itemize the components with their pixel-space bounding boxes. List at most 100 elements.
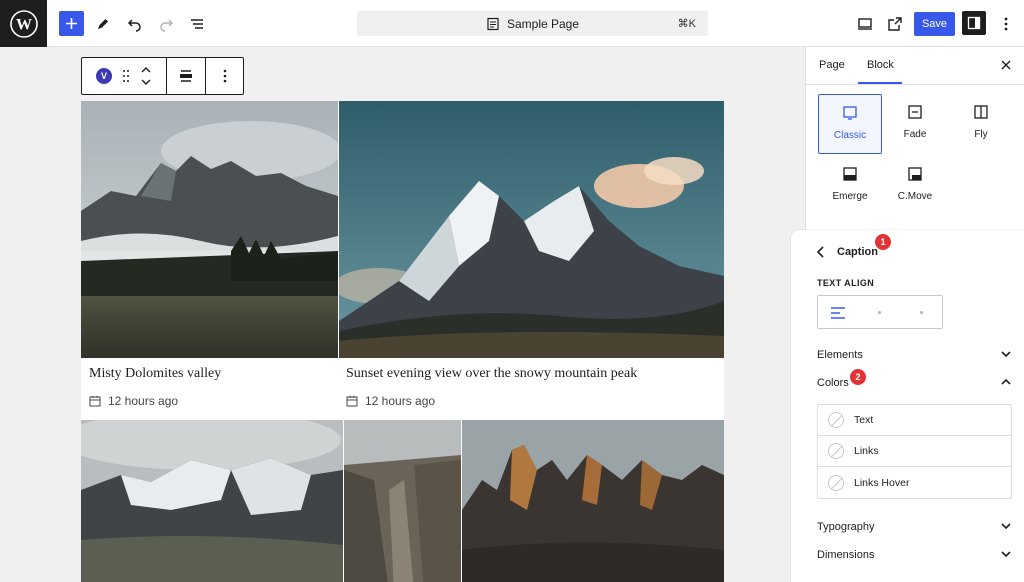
align-center-icon bbox=[180, 70, 192, 82]
list-view-icon bbox=[190, 18, 203, 29]
color-item-label: Text bbox=[854, 414, 874, 426]
gallery-image-torres-peaks[interactable] bbox=[462, 420, 724, 582]
animation-label: Classic bbox=[833, 130, 867, 141]
active-tab-indicator bbox=[858, 82, 902, 84]
undo-button[interactable] bbox=[122, 11, 147, 36]
external-link-icon bbox=[887, 16, 902, 31]
redo-button[interactable] bbox=[153, 11, 178, 36]
animation-label: Emerge bbox=[832, 191, 868, 202]
chevron-down-icon bbox=[1001, 351, 1011, 358]
fly-icon bbox=[974, 105, 988, 119]
colors-label: Colors bbox=[817, 377, 849, 389]
close-icon[interactable] bbox=[1000, 59, 1012, 71]
animation-option-emerge[interactable]: Emerge bbox=[818, 156, 882, 216]
move-up-down-icon[interactable] bbox=[140, 66, 152, 86]
fade-icon bbox=[908, 105, 922, 119]
block-options-button[interactable] bbox=[206, 58, 243, 94]
settings-toggle-button[interactable] bbox=[962, 11, 986, 35]
gallery-image-misty-valley[interactable] bbox=[81, 101, 338, 358]
kebab-menu-icon bbox=[1004, 17, 1007, 30]
animation-label: Fly bbox=[974, 129, 988, 140]
drag-handle-icon[interactable] bbox=[122, 69, 130, 83]
timestamp: 12 hours ago bbox=[108, 394, 179, 408]
gallery-block[interactable]: Misty Dolomites valley 12 hours ago Suns… bbox=[81, 101, 724, 582]
meta-misty-valley: 12 hours ago bbox=[89, 394, 178, 408]
document-title: Sample Page bbox=[506, 16, 580, 31]
color-item-label: Links bbox=[854, 445, 879, 457]
sidebar-icon bbox=[967, 16, 981, 30]
typography-label: Typography bbox=[817, 521, 875, 533]
editor-canvas: Misty Dolomites valley 12 hours ago Suns… bbox=[0, 47, 805, 582]
color-item-label: Links Hover bbox=[854, 476, 910, 489]
tab-page[interactable]: Page bbox=[819, 59, 845, 71]
page-icon bbox=[487, 17, 499, 30]
block-toolbar: V bbox=[81, 57, 244, 95]
elements-label: Elements bbox=[817, 349, 863, 361]
elements-panel-toggle[interactable]: Elements bbox=[817, 349, 1011, 361]
preview-button[interactable] bbox=[852, 11, 877, 36]
sidebar-tabs: Page Block bbox=[806, 47, 1024, 85]
undo-icon bbox=[127, 18, 141, 32]
command-shortcut: ⌘K bbox=[677, 18, 696, 30]
block-type-icon[interactable]: V bbox=[96, 68, 112, 84]
empty-swatch-icon bbox=[828, 474, 844, 491]
plus-icon bbox=[66, 18, 77, 29]
kebab-menu-icon bbox=[223, 69, 226, 83]
emerge-icon bbox=[843, 167, 857, 181]
meta-sunset-peak: 12 hours ago bbox=[346, 394, 435, 408]
tab-block[interactable]: Block bbox=[867, 59, 894, 71]
align-button[interactable] bbox=[167, 58, 206, 94]
text-align-control bbox=[817, 295, 943, 329]
animation-option-cmove[interactable]: C.Move bbox=[883, 156, 947, 216]
wordpress-logo-icon[interactable]: W bbox=[0, 0, 47, 47]
dimensions-panel-toggle[interactable]: Dimensions bbox=[817, 549, 1011, 561]
document-title-bar[interactable]: Sample Page ⌘K bbox=[357, 11, 708, 36]
align-right-option[interactable] bbox=[920, 311, 923, 314]
color-item-text[interactable]: Text bbox=[818, 405, 1011, 436]
caption-misty-valley[interactable]: Misty Dolomites valley bbox=[89, 366, 221, 382]
list-view-button[interactable] bbox=[184, 11, 209, 36]
dimensions-label: Dimensions bbox=[817, 549, 875, 561]
tools-pen-button[interactable] bbox=[90, 11, 115, 36]
color-settings-list: Text Links Links Hover bbox=[817, 404, 1012, 499]
empty-swatch-icon bbox=[828, 412, 844, 428]
step-badge-2: 2 bbox=[850, 369, 866, 385]
align-left-icon[interactable] bbox=[830, 306, 846, 320]
calendar-icon bbox=[346, 396, 358, 407]
add-block-button[interactable] bbox=[59, 11, 84, 36]
pen-icon bbox=[97, 18, 108, 29]
animation-option-classic[interactable]: Classic bbox=[818, 94, 882, 154]
chevron-down-icon bbox=[1001, 523, 1011, 530]
chevron-down-icon bbox=[1001, 551, 1011, 558]
caption-sunset-peak[interactable]: Sunset evening view over the snowy mount… bbox=[346, 366, 637, 382]
redo-icon bbox=[159, 18, 173, 32]
options-menu-button[interactable] bbox=[993, 11, 1018, 36]
typography-panel-toggle[interactable]: Typography bbox=[817, 521, 1011, 533]
animation-label: Fade bbox=[903, 129, 927, 140]
color-item-links[interactable]: Links bbox=[818, 436, 1011, 467]
animation-option-fly[interactable]: Fly bbox=[949, 94, 1013, 154]
calendar-icon bbox=[89, 396, 101, 407]
timestamp: 12 hours ago bbox=[365, 394, 436, 408]
save-button[interactable]: Save bbox=[914, 12, 955, 36]
align-center-option[interactable] bbox=[878, 311, 881, 314]
panel-title: Caption bbox=[837, 246, 878, 258]
animation-label: C.Move bbox=[897, 191, 933, 202]
gallery-image-snow-ridge[interactable] bbox=[81, 420, 343, 582]
color-item-links-hover[interactable]: Links Hover bbox=[818, 467, 1011, 498]
text-align-label: TEXT ALIGN bbox=[817, 278, 875, 288]
gallery-image-sunset-peak[interactable] bbox=[339, 101, 724, 358]
view-page-button[interactable] bbox=[882, 11, 907, 36]
svg-text:W: W bbox=[16, 16, 32, 33]
chevron-left-icon[interactable] bbox=[816, 246, 826, 258]
colors-panel-toggle[interactable]: Colors bbox=[817, 377, 1011, 389]
desktop-icon bbox=[857, 17, 872, 30]
gallery-image-canyon[interactable] bbox=[344, 420, 461, 582]
chevron-up-icon bbox=[1001, 378, 1011, 385]
classic-icon bbox=[843, 106, 857, 120]
animation-option-fade[interactable]: Fade bbox=[883, 94, 947, 154]
step-badge-1: 1 bbox=[875, 234, 891, 250]
block-switcher-group: V bbox=[82, 58, 167, 94]
caption-settings-panel: Caption 1 TEXT ALIGN Elements Colors 2 T… bbox=[791, 230, 1024, 582]
cmove-icon bbox=[908, 167, 922, 181]
